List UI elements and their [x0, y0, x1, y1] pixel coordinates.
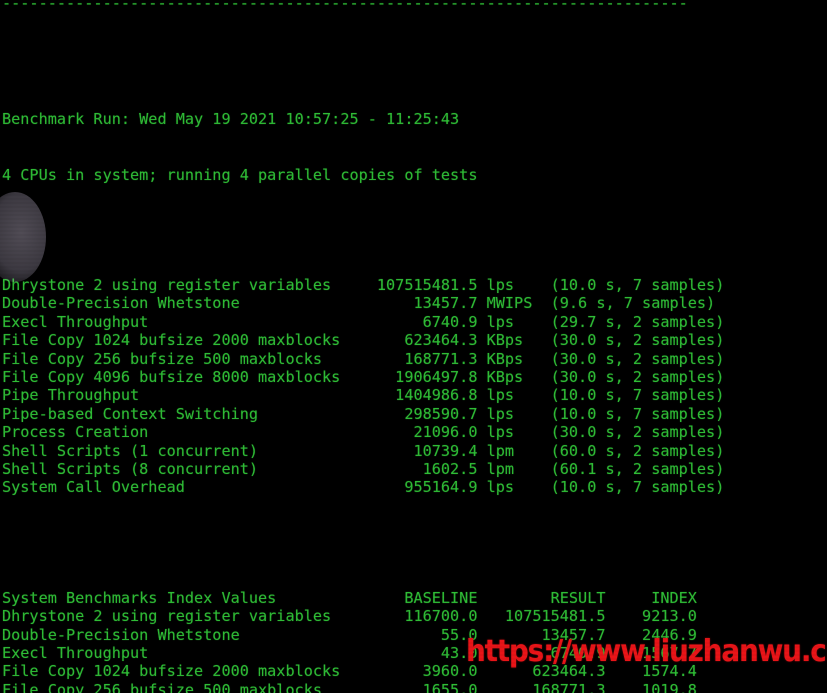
- cpu-count-line: 4 CPUs in system; running 4 parallel cop…: [2, 165, 478, 184]
- raw-result-row: Process Creation 21096.0 lps (30.0 s, 2 …: [2, 423, 725, 442]
- raw-result-row: File Copy 256 bufsize 500 maxblocks 1687…: [2, 349, 725, 368]
- site-watermark: https://www.liuzhanwu.cn: [466, 634, 827, 669]
- raw-result-row: File Copy 1024 bufsize 2000 maxblocks 62…: [2, 331, 725, 350]
- index-table-header: System Benchmarks Index Values BASELINE …: [2, 588, 697, 607]
- raw-results-block: Dhrystone 2 using register variables 107…: [2, 276, 827, 497]
- raw-result-row: System Call Overhead 955164.9 lps (10.0 …: [2, 478, 725, 497]
- raw-result-row: Double-Precision Whetstone 13457.7 MWIPS…: [2, 294, 716, 313]
- benchmark-run-line: Benchmark Run: Wed May 19 2021 10:57:25 …: [2, 110, 460, 129]
- index-table-row: Dhrystone 2 using register variables 116…: [2, 607, 697, 626]
- spacer-top: [2, 55, 827, 73]
- raw-result-row: Dhrystone 2 using register variables 107…: [2, 276, 725, 295]
- raw-result-row: Pipe-based Context Switching 298590.7 lp…: [2, 404, 725, 423]
- top-dashed-rule: ----------------------------------------…: [2, 0, 688, 12]
- index-table-row: File Copy 256 bufsize 500 maxblocks 1655…: [2, 680, 697, 693]
- terminal-output[interactable]: ----------------------------------------…: [0, 0, 827, 693]
- raw-result-row: Shell Scripts (1 concurrent) 10739.4 lpm…: [2, 441, 725, 460]
- raw-result-row: File Copy 4096 bufsize 8000 maxblocks 19…: [2, 367, 725, 386]
- raw-result-row: Shell Scripts (8 concurrent) 1602.5 lpm …: [2, 459, 725, 478]
- raw-result-row: Execl Throughput 6740.9 lps (29.7 s, 2 s…: [2, 312, 725, 331]
- raw-result-row: Pipe Throughput 1404986.8 lps (10.0 s, 7…: [2, 386, 725, 405]
